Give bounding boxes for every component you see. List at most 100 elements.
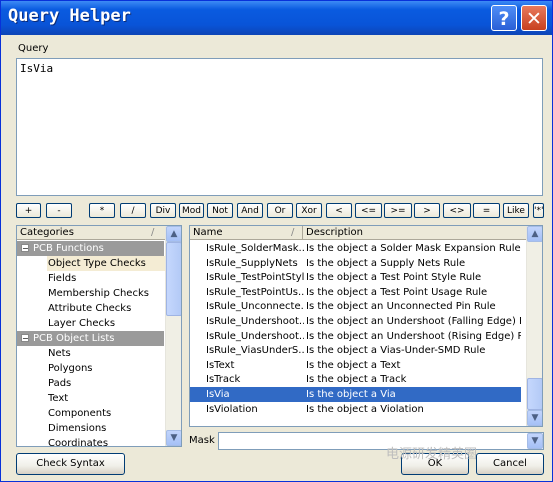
function-name: IsText [206, 359, 235, 371]
function-row[interactable]: IsRule_SupplyNets Is the object a Supply … [190, 256, 521, 271]
function-row[interactable]: IsRule_SolderMask... Is the object a Sold… [190, 241, 521, 256]
collapse-icon[interactable]: − [21, 334, 29, 343]
operator-button[interactable]: <= [355, 203, 382, 218]
functions-panel: Name / Description IsRule_SolderMask... I… [189, 225, 543, 427]
categories-panel: Categories / − PCB Functions Object Type C… [16, 225, 182, 447]
operator-button[interactable]: And [237, 203, 263, 218]
function-row[interactable]: IsRule_TestPointUs... Is the object a Tes… [190, 285, 521, 300]
function-name: IsRule_TestPointUs... [206, 286, 304, 298]
scroll-up-icon[interactable]: ▲ [166, 226, 181, 242]
categories-scrollbar[interactable]: ▲ ▼ [165, 226, 181, 446]
operator-button[interactable]: < [326, 203, 352, 218]
function-row[interactable]: IsRule_TestPointStyle Is the object a Tes… [190, 270, 521, 285]
function-row[interactable]: IsText Is the object a Text [190, 358, 521, 373]
functions-scrollbar[interactable]: ▲ ▼ [526, 226, 542, 426]
operator-button[interactable]: <> [443, 203, 471, 218]
operator-button[interactable]: '*' [533, 203, 544, 218]
help-button[interactable]: ? [491, 5, 517, 31]
window-title: Query Helper [8, 6, 131, 26]
category-label: PCB Object Lists [33, 333, 115, 344]
function-name: IsRule_TestPointStyle [206, 272, 304, 284]
category-label: Polygons [48, 363, 93, 374]
function-description: Is the object a Via [306, 389, 396, 400]
function-description: Is the object a Test Point Style Rule [306, 272, 482, 284]
operator-button[interactable]: Mod [179, 203, 204, 218]
sort-icon: / [291, 227, 295, 238]
function-name: IsVia [206, 389, 230, 400]
category-label: Attribute Checks [48, 303, 132, 314]
functions-header: Name / Description [190, 226, 526, 240]
function-name: IsRule_SupplyNets [206, 257, 298, 269]
function-row[interactable]: IsViolation Is the object a Violation [190, 402, 521, 417]
function-name: IsRule_Undershoot... [206, 330, 304, 342]
category-label: Layer Checks [48, 318, 116, 329]
function-row[interactable]: IsRule_ViasUnderS... Is the object a Vias… [190, 343, 521, 358]
close-button[interactable]: ✕ [521, 5, 547, 31]
function-description: Is the object a Test Point Usage Rule [306, 286, 488, 298]
function-row[interactable]: IsTrack Is the object a Track [190, 372, 521, 387]
column-divider[interactable] [302, 226, 303, 239]
check-syntax-button[interactable]: Check Syntax [16, 453, 125, 475]
function-description: Is the object a Supply Nets Rule [306, 257, 466, 269]
operator-button[interactable]: > [414, 203, 440, 218]
function-description: Is the object an Unconnected Pin Rule [306, 301, 496, 313]
function-row[interactable]: IsRule_Unconnecte... Is the object an Unc… [190, 299, 521, 314]
function-name: IsRule_SolderMask... [206, 243, 304, 254]
cancel-button[interactable]: Cancel [476, 453, 544, 475]
name-column-header[interactable]: Name [193, 226, 223, 240]
operator-button[interactable]: + [16, 203, 41, 218]
scroll-up-icon[interactable]: ▲ [527, 226, 542, 242]
sort-icon: / [151, 227, 155, 238]
function-description: Is the object a Solder Mask Expansion Ru… [306, 243, 521, 254]
scroll-down-icon[interactable]: ▼ [527, 410, 542, 426]
categories-header-label: Categories [20, 227, 74, 238]
function-description: Is the object a Text [306, 359, 401, 371]
function-name: IsTrack [206, 374, 241, 386]
operator-toolbar: + - * / Div Mod Not And Or Xor < <= >= > <> = Like '*' [16, 203, 544, 219]
category-label: Nets [48, 348, 71, 359]
function-name: IsRule_Undershoot... [206, 316, 304, 327]
query-label: Query [18, 43, 49, 54]
category-label: Dimensions [48, 423, 107, 434]
function-description: Is the object a Violation [306, 403, 424, 415]
category-label: Pads [48, 378, 72, 389]
scroll-thumb[interactable] [166, 242, 181, 316]
category-label: Components [48, 408, 112, 419]
categories-header[interactable]: Categories / [17, 226, 165, 240]
mask-input[interactable]: ▼ [218, 432, 544, 450]
operator-button[interactable]: / [120, 203, 146, 218]
category-label: Text [48, 393, 69, 404]
mask-dropdown-icon[interactable]: ▼ [527, 433, 543, 449]
scroll-thumb[interactable] [527, 378, 542, 410]
operator-button[interactable]: Xor [296, 203, 322, 218]
function-description: Is the object a Track [306, 374, 407, 386]
operator-button[interactable]: * [89, 203, 115, 218]
function-row[interactable]: IsVia Is the object a Via [190, 387, 521, 402]
collapse-icon[interactable]: − [21, 244, 29, 253]
function-row[interactable]: IsRule_Undershoot... Is the object an Und… [190, 329, 521, 344]
watermark: 电源研发精英圈 [386, 447, 478, 462]
function-description: Is the object an Undershoot (Falling Edg… [306, 316, 521, 327]
function-description: Is the object an Undershoot (Rising Edge… [306, 330, 521, 342]
category-label: Membership Checks [48, 288, 149, 299]
function-row[interactable]: IsRule_Undershoot... Is the object an Und… [190, 314, 521, 329]
function-description: Is the object a Vias-Under-SMD Rule [306, 345, 486, 357]
category-group[interactable]: − PCB Object Lists [17, 331, 164, 346]
operator-button[interactable]: Div [150, 203, 176, 218]
query-input[interactable]: IsVia [16, 58, 543, 196]
operator-button[interactable]: = [473, 203, 500, 218]
title-bar[interactable]: Query Helper ? ✕ [1, 1, 552, 35]
description-column-header[interactable]: Description [306, 226, 363, 240]
scroll-down-icon[interactable]: ▼ [166, 430, 181, 446]
operator-button[interactable]: Not [207, 203, 233, 218]
operator-button[interactable]: Like [503, 203, 529, 218]
operator-button[interactable]: >= [384, 203, 412, 218]
operator-button[interactable]: Or [267, 203, 293, 218]
category-group[interactable]: − PCB Functions [17, 241, 164, 256]
operator-button[interactable]: - [46, 203, 72, 218]
query-text: IsVia [20, 62, 54, 75]
category-label: Coordinates [48, 438, 109, 447]
category-label: PCB Functions [33, 243, 104, 254]
category-label: Object Type Checks [48, 258, 146, 269]
category-item[interactable]: Object Type Checks [47, 256, 165, 271]
